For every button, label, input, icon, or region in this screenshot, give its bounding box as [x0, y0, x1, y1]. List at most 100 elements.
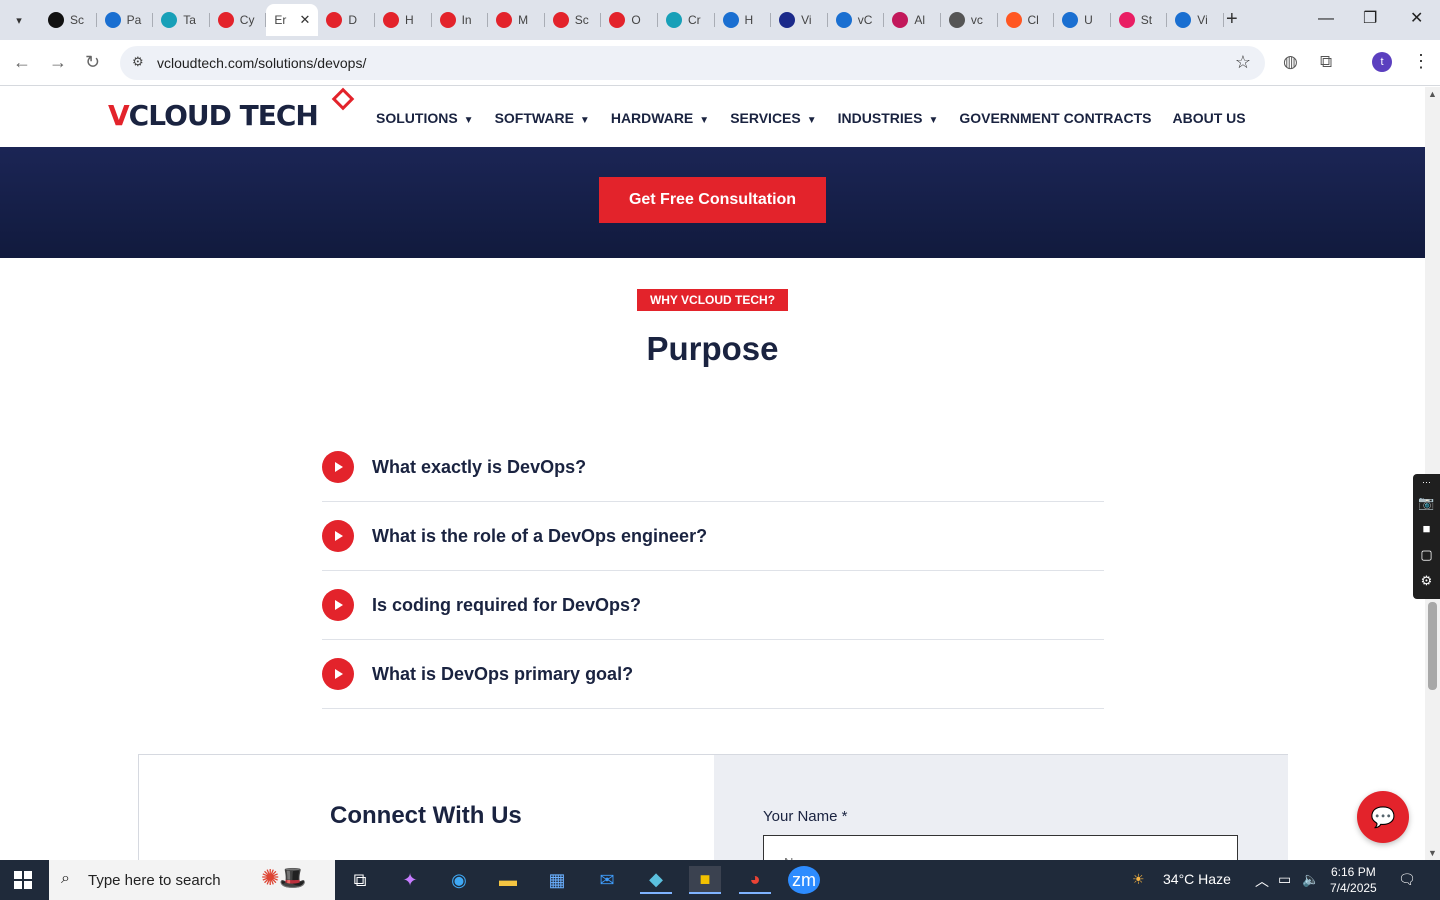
nav-item-solutions[interactable]: SOLUTIONS ▼: [376, 110, 474, 126]
network-icon[interactable]: ▭: [1278, 871, 1291, 888]
camera-icon[interactable]: 📷: [1413, 490, 1440, 516]
volume-icon[interactable]: 🔈: [1302, 871, 1319, 888]
chat-bubble-button[interactable]: 💬: [1357, 791, 1409, 843]
translate-icon[interactable]: ◍: [1283, 52, 1298, 72]
file-explorer-icon[interactable]: ▬: [492, 866, 524, 894]
nav-item-label: GOVERNMENT CONTRACTS: [959, 110, 1152, 126]
bookmark-star-icon[interactable]: ☆: [1235, 52, 1251, 73]
scroll-up-arrow-icon[interactable]: ▲: [1428, 89, 1437, 99]
forward-icon[interactable]: →: [49, 52, 67, 72]
browser-menu-icon[interactable]: ⋮: [1412, 51, 1430, 72]
settings-gear-icon[interactable]: ⚙: [1413, 568, 1440, 594]
browser-tab[interactable]: U: [1054, 4, 1111, 36]
tab-title: Pa: [126, 13, 142, 27]
address-bar[interactable]: ⚙ vcloudtech.com/solutions/devops/ ☆: [120, 46, 1265, 80]
url-text[interactable]: vcloudtech.com/solutions/devops/: [157, 55, 366, 71]
scroll-down-arrow-icon[interactable]: ▼: [1428, 848, 1437, 858]
mail-icon[interactable]: ✉: [591, 866, 623, 894]
browser-tab[interactable]: H: [375, 4, 432, 36]
restore-icon[interactable]: ❐: [1363, 8, 1377, 30]
window-icon[interactable]: ▢: [1413, 542, 1440, 568]
faq-item[interactable]: Is coding required for DevOps?: [322, 571, 1104, 640]
browser-tab[interactable]: Cy: [210, 4, 267, 36]
browser-tab[interactable]: Vi: [1167, 4, 1224, 36]
close-window-icon[interactable]: ✕: [1410, 8, 1423, 30]
sticky-notes-icon[interactable]: ■: [689, 866, 721, 894]
browser-tab-bar: ▾ Sc Pa Ta Cy Er ✕ D H In M Sc O Cr H Vi vC Al vc Cl U St Vi …: [0, 0, 1440, 40]
play-circle-icon[interactable]: [322, 658, 354, 690]
nav-item-industries[interactable]: INDUSTRIES ▼: [838, 110, 939, 126]
browser-tab[interactable]: D: [318, 4, 375, 36]
browser-tab[interactable]: Vi: [771, 4, 828, 36]
browser-tab[interactable]: M: [488, 4, 545, 36]
logo-diamond-icon: [331, 87, 355, 111]
play-circle-icon[interactable]: [322, 451, 354, 483]
browser-tab[interactable]: In: [432, 4, 489, 36]
browser-tab[interactable]: Cl: [998, 4, 1055, 36]
notifications-icon[interactable]: 🗨: [1398, 871, 1416, 888]
tab-title: Er: [274, 13, 287, 27]
browser-tab[interactable]: O: [601, 4, 658, 36]
name-input[interactable]: [763, 835, 1238, 860]
weather-icon[interactable]: ☀: [1132, 871, 1145, 888]
edge-icon[interactable]: ◉: [443, 866, 475, 894]
video-icon[interactable]: ■: [1413, 516, 1440, 542]
faq-item[interactable]: What is the role of a DevOps engineer?: [322, 502, 1104, 571]
reload-icon[interactable]: ↻: [85, 52, 100, 72]
browser-tab[interactable]: St: [1111, 4, 1168, 36]
nav-item-government-contracts[interactable]: GOVERNMENT CONTRACTS: [959, 110, 1151, 126]
faq-question[interactable]: What is the role of a DevOps engineer?: [372, 526, 707, 547]
faq-question[interactable]: What is DevOps primary goal?: [372, 664, 633, 685]
faq-item[interactable]: What is DevOps primary goal?: [322, 640, 1104, 709]
new-tab-button[interactable]: +: [1226, 8, 1238, 30]
caret-down-icon: ▼: [806, 115, 817, 126]
scroll-thumb[interactable]: [1428, 602, 1437, 690]
faq-question[interactable]: Is coding required for DevOps?: [372, 595, 641, 616]
faq-question[interactable]: What exactly is DevOps?: [372, 457, 586, 478]
tray-overflow-icon[interactable]: ︿: [1255, 871, 1269, 891]
free-consultation-button[interactable]: Get Free Consultation: [599, 177, 826, 223]
minimize-icon[interactable]: —: [1318, 8, 1334, 30]
play-circle-icon[interactable]: [322, 520, 354, 552]
task-view-icon[interactable]: ⧉: [344, 866, 376, 894]
browser-tab[interactable]: Ta: [153, 4, 210, 36]
taskbar-clock[interactable]: 6:16 PM 7/4/2025: [1330, 864, 1377, 896]
tab-close-icon[interactable]: ✕: [299, 12, 310, 28]
tab-title: Cy: [239, 13, 255, 27]
browser-tab[interactable]: Pa: [97, 4, 154, 36]
site-info-icon[interactable]: ⚙: [132, 54, 144, 70]
browser-tab[interactable]: vC: [828, 4, 885, 36]
nav-item-about-us[interactable]: ABOUT US: [1172, 110, 1245, 126]
back-icon[interactable]: ←: [13, 52, 31, 72]
site-logo[interactable]: VCLOUD TECH: [108, 99, 319, 133]
nav-item-services[interactable]: SERVICES ▼: [730, 110, 816, 126]
faq-item[interactable]: What exactly is DevOps?: [322, 433, 1104, 502]
browser-tab[interactable]: Sc: [40, 4, 97, 36]
zoom-icon[interactable]: zm: [788, 866, 820, 894]
copilot-icon[interactable]: ✦: [394, 866, 426, 894]
extensions-icon[interactable]: ⧉: [1320, 52, 1332, 72]
chrome-icon[interactable]: ◕: [739, 866, 771, 894]
faq-accordion: What exactly is DevOps? What is the role …: [322, 433, 1104, 709]
taskbar-search[interactable]: ⌕ Type here to search ✺🎩: [49, 860, 335, 900]
nav-item-software[interactable]: SOFTWARE ▼: [495, 110, 590, 126]
weather-text[interactable]: 34°C Haze: [1163, 871, 1231, 887]
tab-favicon-icon: [161, 12, 178, 28]
store-icon[interactable]: ▦: [541, 866, 573, 894]
tab-search-button[interactable]: ▾: [6, 7, 32, 33]
browser-tab[interactable]: Al: [884, 4, 941, 36]
app-diamond-icon[interactable]: ◆: [640, 866, 672, 894]
windows-start-icon[interactable]: [14, 871, 32, 889]
toolbar-handle-icon[interactable]: ⋯: [1413, 474, 1440, 490]
profile-avatar[interactable]: t: [1372, 52, 1392, 72]
search-highlight-image: ✺🎩: [261, 865, 307, 890]
nav-item-label: HARDWARE: [610, 110, 694, 126]
browser-tab[interactable]: vc: [941, 4, 998, 36]
browser-tab[interactable]: H: [715, 4, 772, 36]
browser-tab-active[interactable]: Er ✕: [266, 4, 319, 36]
browser-tab[interactable]: Cr: [658, 4, 715, 36]
browser-tab[interactable]: Sc: [545, 4, 602, 36]
tab-favicon-icon: [382, 12, 399, 28]
play-circle-icon[interactable]: [322, 589, 354, 621]
nav-item-hardware[interactable]: HARDWARE ▼: [611, 110, 709, 126]
